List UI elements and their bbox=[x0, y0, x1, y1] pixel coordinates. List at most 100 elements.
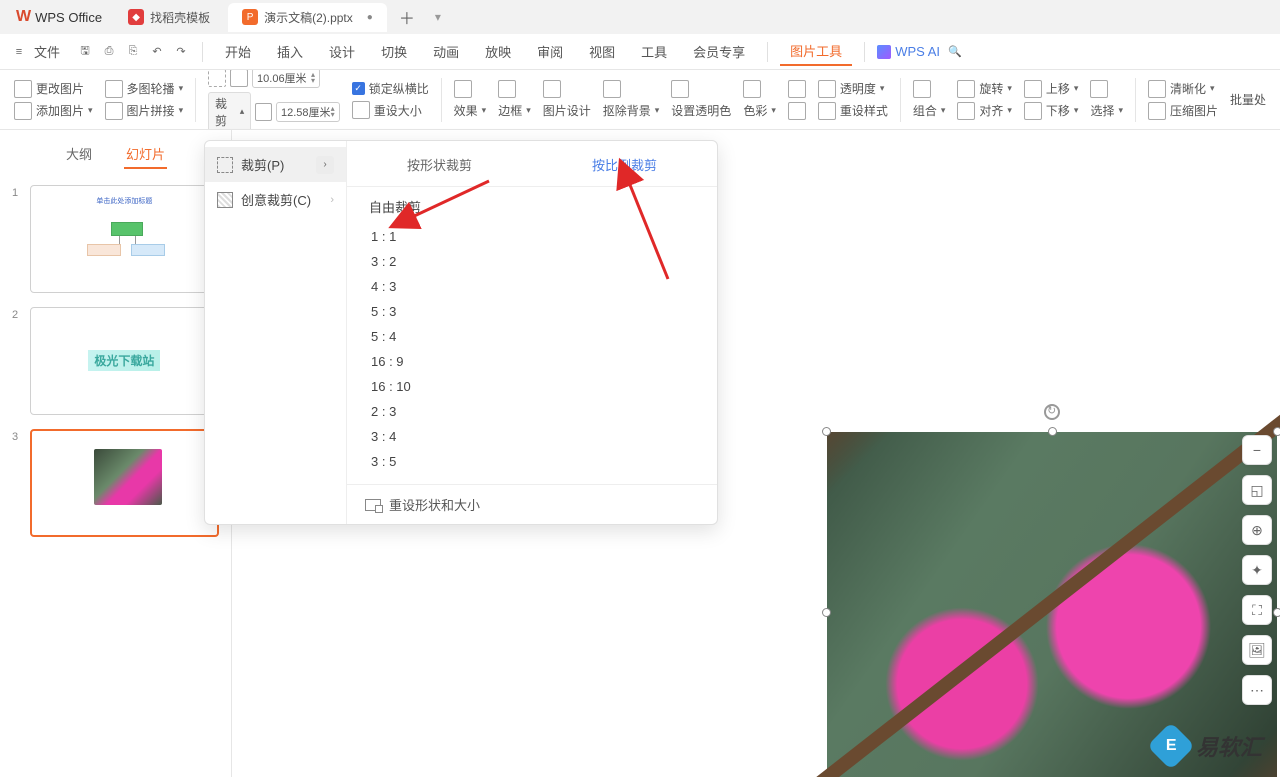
add-picture-button[interactable]: 添加图片▾ bbox=[14, 102, 93, 120]
width-input[interactable]: 10.06厘米▴▾ bbox=[252, 70, 320, 88]
crop-dropdown: 裁剪(P) › 创意裁剪(C) › 按形状裁剪 按比例裁剪 自由裁剪 1 : 1… bbox=[204, 140, 718, 525]
tab-menu-button[interactable]: ▾ bbox=[425, 10, 451, 24]
picture-stitch-button[interactable]: 图片拼接▾ bbox=[105, 102, 184, 120]
undo-icon[interactable]: ↶ bbox=[148, 43, 166, 61]
remove-bg-icon bbox=[603, 80, 621, 98]
zoom-in-button[interactable]: ⊕ bbox=[1242, 515, 1272, 545]
ai-icon bbox=[877, 45, 891, 59]
recolor-button[interactable]: 色彩▾ bbox=[743, 102, 776, 119]
slides-tab[interactable]: 幻灯片 bbox=[124, 140, 167, 169]
slide-thumbnail-1[interactable]: 单击此处添加标题 bbox=[30, 185, 219, 293]
crop-tool-button[interactable]: ◱ bbox=[1242, 475, 1272, 505]
crop-by-ratio-tab[interactable]: 按比例裁剪 bbox=[532, 151, 717, 178]
contrast-icon bbox=[788, 102, 806, 120]
ratio-option[interactable]: 5 : 4 bbox=[369, 324, 695, 349]
resize-handle[interactable] bbox=[1048, 427, 1057, 436]
group-top-button[interactable] bbox=[913, 80, 946, 98]
print-icon[interactable]: ⎙ bbox=[100, 43, 118, 61]
more-button[interactable]: ⋯ bbox=[1242, 675, 1272, 705]
menu-member[interactable]: 会员专享 bbox=[683, 38, 755, 65]
adjust-1-button[interactable] bbox=[788, 80, 806, 98]
transparency-button[interactable]: 透明度▾ bbox=[818, 80, 888, 98]
fullscreen-button[interactable]: ⛶ bbox=[1242, 595, 1272, 625]
batch-button[interactable]: 批量处 bbox=[1230, 91, 1266, 108]
crop-by-shape-tab[interactable]: 按形状裁剪 bbox=[347, 151, 532, 178]
export-image-button[interactable]: 🖼 bbox=[1242, 635, 1272, 665]
pic-design-button[interactable]: 图片设计 bbox=[543, 102, 591, 119]
set-transparent-button[interactable]: 设置透明色 bbox=[671, 102, 731, 119]
hamburger-icon[interactable]: ≡ bbox=[10, 43, 28, 61]
crop-menu-item[interactable]: 裁剪(P) › bbox=[205, 147, 346, 182]
ratio-option[interactable]: 16 : 9 bbox=[369, 349, 695, 374]
ratio-option[interactable]: 3 : 5 bbox=[369, 449, 695, 474]
group-button[interactable]: 组合▾ bbox=[913, 102, 946, 119]
select-button[interactable]: 选择▾ bbox=[1090, 102, 1123, 119]
selected-image[interactable] bbox=[827, 432, 1277, 777]
reset-size-button[interactable]: 重设大小 bbox=[352, 101, 429, 119]
unsaved-dot-icon: ● bbox=[367, 12, 373, 23]
reset-style-button[interactable]: 重设样式 bbox=[818, 102, 888, 120]
ratio-option[interactable]: 3 : 2 bbox=[369, 249, 695, 274]
slide-thumbnail-3[interactable] bbox=[30, 429, 219, 537]
multi-carousel-button[interactable]: 多图轮播▾ bbox=[105, 80, 184, 98]
rotate-handle[interactable] bbox=[1044, 404, 1060, 420]
tab-document[interactable]: P 演示文稿(2).pptx ● bbox=[228, 3, 387, 32]
align-button[interactable]: 对齐▾ bbox=[957, 102, 1012, 120]
effects-button[interactable]: 效果▾ bbox=[454, 102, 487, 119]
change-picture-button[interactable]: 更改图片 bbox=[14, 80, 93, 98]
menu-design[interactable]: 设计 bbox=[319, 38, 365, 65]
ratio-option[interactable]: 3 : 4 bbox=[369, 424, 695, 449]
magic-tool-button[interactable]: ✦ bbox=[1242, 555, 1272, 585]
menu-review[interactable]: 审阅 bbox=[527, 38, 573, 65]
wps-ai-button[interactable]: WPS AI bbox=[877, 44, 940, 59]
remove-bg-button[interactable]: 抠除背景▾ bbox=[603, 102, 660, 119]
resize-handle[interactable] bbox=[822, 427, 831, 436]
border-button[interactable]: 边框▾ bbox=[498, 102, 531, 119]
menu-transition[interactable]: 切换 bbox=[371, 38, 417, 65]
resize-handle[interactable] bbox=[1273, 608, 1280, 617]
ratio-option[interactable]: 16 : 10 bbox=[369, 374, 695, 399]
crop-button[interactable]: 裁剪▴ bbox=[208, 92, 251, 131]
resize-handle[interactable] bbox=[1273, 427, 1280, 436]
app-name: WPS Office bbox=[35, 10, 102, 25]
tab-templates[interactable]: ◆ 找稻壳模板 bbox=[114, 3, 224, 32]
file-menu[interactable]: 文件 bbox=[34, 42, 60, 61]
add-tab-button[interactable]: ＋ bbox=[389, 5, 425, 29]
slide-thumbnail-2[interactable]: 极光下载站 bbox=[30, 307, 219, 415]
menu-animation[interactable]: 动画 bbox=[423, 38, 469, 65]
floating-toolbar: − ◱ ⊕ ✦ ⛶ 🖼 ⋯ bbox=[1242, 435, 1272, 705]
compress-icon bbox=[1148, 102, 1166, 120]
clarity-button[interactable]: 清晰化▾ bbox=[1148, 80, 1218, 98]
ratio-option[interactable]: 5 : 3 bbox=[369, 299, 695, 324]
transparency-icon bbox=[818, 80, 836, 98]
save-icon[interactable]: 🖫 bbox=[76, 43, 94, 61]
lock-ratio-checkbox[interactable]: ✓锁定纵横比 bbox=[352, 80, 429, 97]
outline-tab[interactable]: 大纲 bbox=[64, 140, 94, 169]
search-icon[interactable]: 🔍 bbox=[946, 43, 964, 61]
align-icon bbox=[957, 102, 975, 120]
preview-icon[interactable]: ⎘ bbox=[124, 43, 142, 61]
ratio-option[interactable]: 1 : 1 bbox=[369, 224, 695, 249]
free-crop-label: 自由裁剪 bbox=[369, 197, 695, 216]
move-down-button[interactable]: 下移▾ bbox=[1024, 102, 1079, 120]
ratio-option[interactable]: 2 : 3 bbox=[369, 399, 695, 424]
adjust-2-button[interactable] bbox=[788, 102, 806, 120]
menu-slideshow[interactable]: 放映 bbox=[475, 38, 521, 65]
menu-insert[interactable]: 插入 bbox=[267, 38, 313, 65]
menu-tools[interactable]: 工具 bbox=[631, 38, 677, 65]
creative-crop-menu-item[interactable]: 创意裁剪(C) › bbox=[205, 182, 346, 217]
height-input[interactable]: 12.58厘米▴▾ bbox=[276, 102, 340, 122]
move-up-button[interactable]: 上移▾ bbox=[1024, 80, 1079, 98]
rotate-button[interactable]: 旋转▾ bbox=[957, 80, 1012, 98]
wps-logo-icon: W bbox=[16, 8, 31, 26]
ratio-option[interactable]: 4 : 3 bbox=[369, 274, 695, 299]
watermark: E 易软汇 bbox=[1154, 729, 1262, 763]
reset-shape-size-button[interactable]: 重设形状和大小 bbox=[347, 484, 717, 524]
menu-start[interactable]: 开始 bbox=[215, 38, 261, 65]
menu-picture-tools[interactable]: 图片工具 bbox=[780, 37, 852, 66]
compress-button[interactable]: 压缩图片 bbox=[1148, 102, 1218, 120]
redo-icon[interactable]: ↷ bbox=[172, 43, 190, 61]
menu-view[interactable]: 视图 bbox=[579, 38, 625, 65]
resize-handle[interactable] bbox=[822, 608, 831, 617]
zoom-out-button[interactable]: − bbox=[1242, 435, 1272, 465]
